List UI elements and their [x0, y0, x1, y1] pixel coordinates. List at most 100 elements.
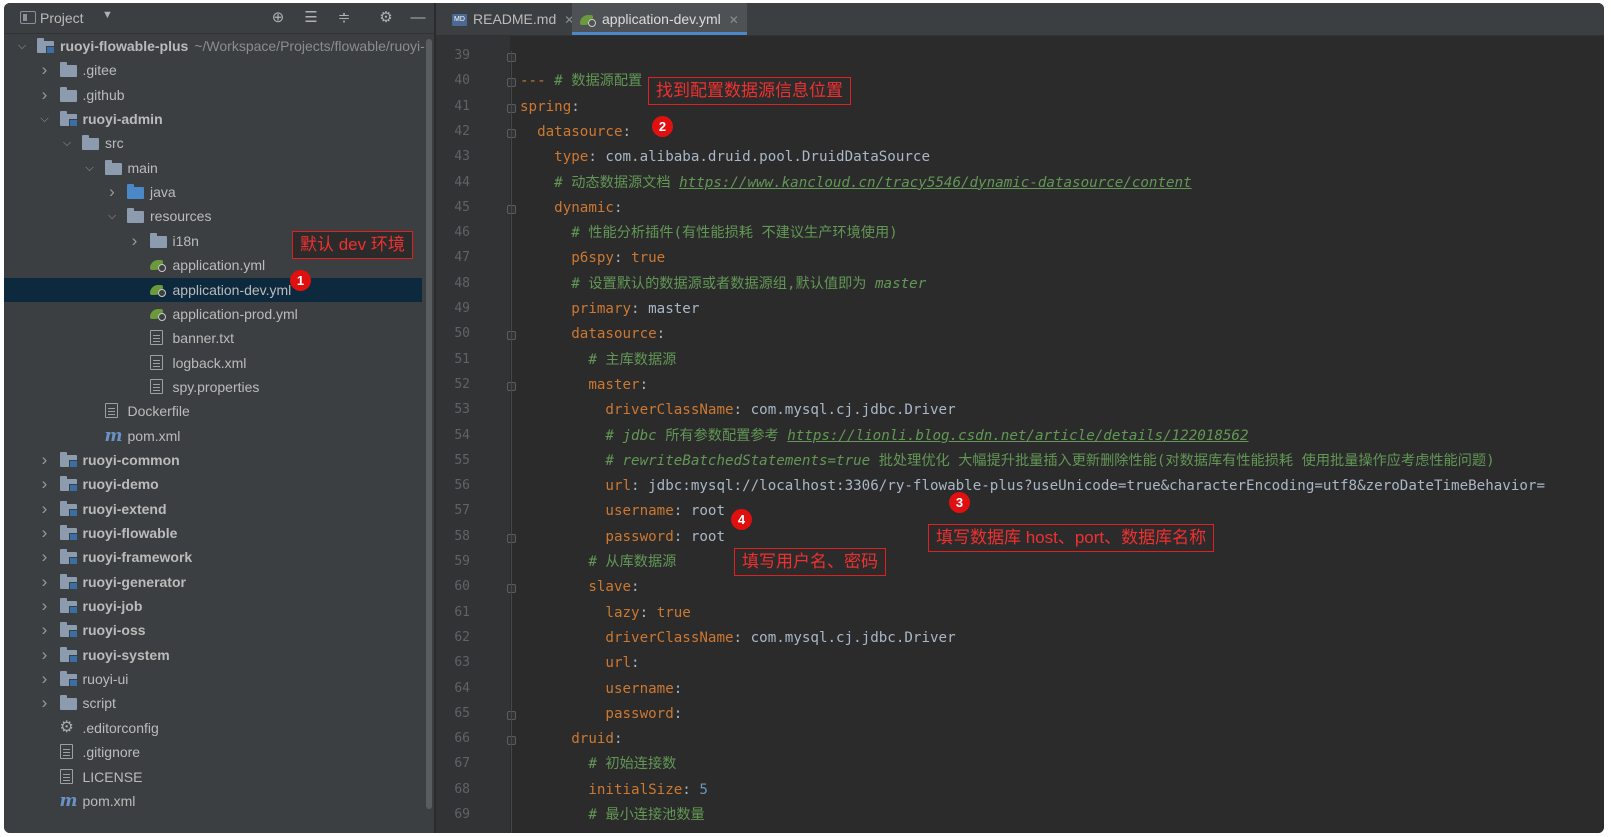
chevron-right-icon[interactable]: › — [39, 570, 51, 594]
code-line[interactable]: password: — [520, 702, 682, 727]
tree-item[interactable]: m pom.xml — [4, 424, 422, 448]
chevron-down-icon[interactable]: ▼ — [102, 9, 113, 21]
tree-item[interactable]: ⚙ .editorconfig — [4, 716, 422, 740]
tree-item[interactable]: ⌵ src — [4, 131, 422, 155]
locate-file-icon[interactable]: ⊕ — [268, 8, 288, 28]
code-line[interactable]: # 最小连接池数量 — [520, 803, 704, 828]
tree-item[interactable]: › java — [4, 180, 422, 204]
code-line[interactable]: spring: — [520, 95, 580, 120]
chevron-right-icon[interactable]: › — [39, 472, 51, 496]
chevron-right-icon[interactable]: › — [39, 594, 51, 618]
module-folder-icon — [59, 451, 78, 468]
tree-item[interactable]: › ruoyi-oss — [4, 618, 422, 642]
line-number: 39 — [454, 48, 470, 63]
tree-item[interactable]: Dockerfile — [4, 399, 422, 423]
code-line[interactable]: username: — [520, 677, 682, 702]
code-line[interactable]: master: — [520, 373, 648, 398]
code-line[interactable]: lazy: true — [520, 601, 690, 626]
project-panel-icon — [20, 11, 36, 24]
code-line[interactable]: primary: master — [520, 297, 699, 322]
chevron-right-icon[interactable]: › — [39, 521, 51, 545]
code-line[interactable]: initialSize: 5 — [520, 778, 708, 803]
code-line[interactable]: # jdbc 所有参数配置参考 https://lionli.blog.csdn… — [520, 424, 1248, 449]
expand-all-icon[interactable]: ☰ — [301, 8, 321, 28]
project-view-selector[interactable]: Project — [40, 10, 84, 26]
tree-item[interactable]: ⌵ main — [4, 156, 422, 180]
tree-item[interactable]: › ruoyi-generator — [4, 570, 422, 594]
code-link[interactable]: https://lionli.blog.csdn.net/article/det… — [787, 428, 1248, 444]
chevron-right-icon[interactable]: › — [39, 643, 51, 667]
code-line[interactable]: # 初始连接数 — [520, 752, 676, 777]
chevron-down-icon[interactable]: ⌵ — [61, 131, 73, 155]
tree-item[interactable]: › ruoyi-framework — [4, 545, 422, 569]
minimize-icon[interactable]: — — [408, 8, 428, 28]
tree-item[interactable]: spy.properties — [4, 375, 422, 399]
code-line[interactable]: # 设置默认的数据源或者数据源组,默认值即为 master — [520, 272, 926, 297]
code-line[interactable]: datasource: — [520, 322, 665, 347]
code-line[interactable]: druid: — [520, 727, 622, 752]
chevron-right-icon[interactable]: › — [39, 667, 51, 691]
chevron-right-icon[interactable]: › — [39, 58, 51, 82]
tree-item-label: ruoyi-flowable-plus ~/Workspace/Projects/… — [60, 34, 425, 58]
code-line[interactable]: p6spy: true — [520, 246, 665, 271]
tree-item[interactable]: LICENSE — [4, 765, 422, 789]
tree-item[interactable]: › ruoyi-flowable — [4, 521, 422, 545]
chevron-down-icon[interactable]: ⌵ — [16, 34, 28, 58]
tree-item[interactable]: › ruoyi-common — [4, 448, 422, 472]
chevron-right-icon[interactable]: › — [39, 83, 51, 107]
module-folder-icon — [59, 549, 78, 566]
chevron-down-icon[interactable]: ⌵ — [84, 156, 96, 180]
chevron-right-icon[interactable]: › — [39, 691, 51, 715]
code-line[interactable]: # 主库数据源 — [520, 348, 676, 373]
tree-item[interactable]: › script — [4, 691, 422, 715]
code-line[interactable]: --- # 数据源配置 — [520, 69, 642, 94]
project-scrollbar[interactable] — [426, 39, 432, 809]
chevron-down-icon[interactable]: ⌵ — [106, 204, 118, 228]
code-link[interactable]: https://www.kancloud.cn/tracy5546/dynami… — [679, 175, 1192, 191]
code-line[interactable]: type: com.alibaba.druid.pool.DruidDataSo… — [520, 145, 930, 170]
tree-item[interactable]: › ruoyi-ui — [4, 667, 422, 691]
tree-item[interactable]: › ruoyi-system — [4, 643, 422, 667]
chevron-right-icon[interactable]: › — [39, 497, 51, 521]
chevron-right-icon[interactable]: › — [39, 618, 51, 642]
code-line[interactable]: driverClassName: com.mysql.cj.jdbc.Drive… — [520, 398, 955, 423]
code-line[interactable]: driverClassName: com.mysql.cj.jdbc.Drive… — [520, 626, 955, 651]
chevron-down-icon[interactable]: ⌵ — [39, 107, 51, 131]
tree-item[interactable]: m pom.xml — [4, 789, 422, 813]
tab-readme[interactable]: MD README.md ✕ — [446, 3, 580, 35]
tree-item[interactable]: › ruoyi-job — [4, 594, 422, 618]
code-line[interactable]: # rewriteBatchedStatements=true 批处理优化 大幅… — [520, 449, 1494, 474]
close-icon[interactable]: ✕ — [729, 13, 739, 27]
collapse-all-icon[interactable]: ≑ — [334, 8, 354, 28]
tree-item[interactable]: application-dev.yml — [4, 277, 422, 302]
code-line[interactable]: password: root — [520, 525, 725, 550]
code-line[interactable]: # 动态数据源文档 https://www.kancloud.cn/tracy5… — [520, 171, 1192, 196]
gear-icon[interactable]: ⚙ — [376, 8, 396, 28]
tree-item[interactable]: application-prod.yml — [4, 302, 422, 326]
chevron-right-icon[interactable]: › — [106, 180, 118, 204]
tree-item[interactable]: banner.txt — [4, 326, 422, 350]
folder-icon — [59, 62, 77, 78]
tree-item[interactable]: .gitignore — [4, 740, 422, 764]
chevron-right-icon[interactable]: › — [39, 448, 51, 472]
code-line[interactable]: url: — [520, 651, 639, 676]
tree-item[interactable]: › .gitee — [4, 58, 422, 82]
code-line[interactable]: # 性能分析插件(有性能损耗 不建议生产环境使用) — [520, 221, 897, 246]
code-line[interactable]: dynamic: — [520, 196, 622, 221]
tree-item[interactable]: › ruoyi-demo — [4, 472, 422, 496]
tree-item[interactable]: ⌵ ruoyi-admin — [4, 107, 422, 131]
tree-item[interactable]: › .github — [4, 83, 422, 107]
chevron-right-icon[interactable]: › — [39, 545, 51, 569]
chevron-right-icon[interactable]: › — [129, 229, 141, 253]
code-line[interactable]: # 从库数据源 — [520, 550, 676, 575]
code-line[interactable]: username: root — [520, 499, 725, 524]
tree-item[interactable]: logback.xml — [4, 351, 422, 375]
tree-item[interactable]: ⌵ resources — [4, 204, 422, 228]
tab-application-dev-yml[interactable]: application-dev.yml ✕ — [572, 3, 747, 35]
code-line[interactable]: datasource: — [520, 120, 631, 145]
code-line[interactable]: slave: — [520, 575, 639, 600]
code-line[interactable]: url: jdbc:mysql://localhost:3306/ry-flow… — [520, 474, 1545, 499]
tree-item[interactable]: ⌵ ruoyi-flowable-plus ~/Workspace/Projects… — [4, 34, 425, 58]
line-number: 42 — [454, 123, 470, 139]
tree-item[interactable]: › ruoyi-extend — [4, 497, 422, 521]
